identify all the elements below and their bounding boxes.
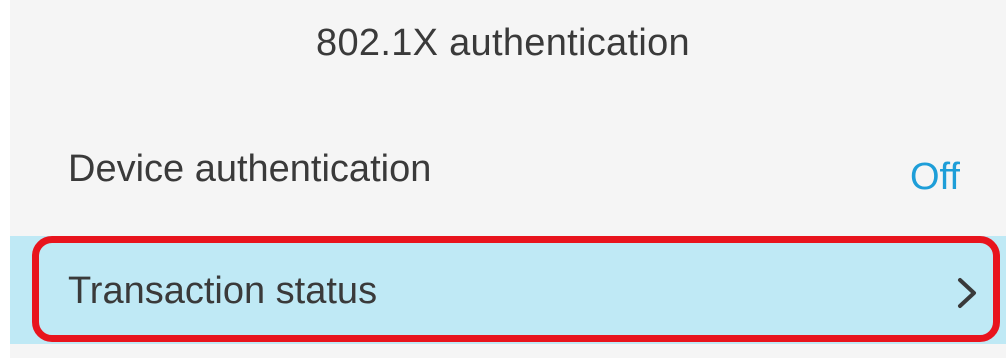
device-authentication-row[interactable]: Device authentication Off <box>10 128 1006 228</box>
transaction-status-row[interactable]: Transaction status <box>10 236 1006 344</box>
device-authentication-value: Off <box>910 156 960 198</box>
chevron-right-icon <box>954 276 980 310</box>
transaction-status-label: Transaction status <box>68 270 378 312</box>
device-authentication-label: Device authentication <box>68 148 432 190</box>
phone-settings-screen: 802.1X authentication Device authenticat… <box>0 0 1006 358</box>
page-title: 802.1X authentication <box>316 22 690 64</box>
